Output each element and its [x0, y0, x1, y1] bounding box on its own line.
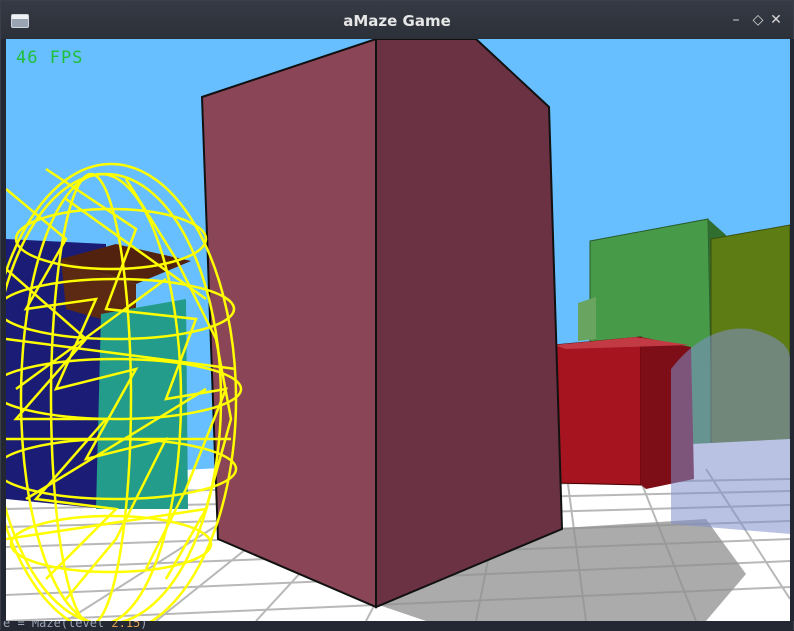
console-prefix: e = Maze(level — [3, 621, 112, 630]
close-button[interactable]: ✕ — [767, 11, 785, 29]
maximize-button[interactable]: ◇ — [749, 11, 767, 29]
window-title: aMaze Game — [343, 12, 451, 30]
translucent-ghost — [671, 328, 790, 534]
maroon-pillar-right — [375, 39, 564, 609]
console-number: 2.15 — [111, 621, 141, 630]
game-window: aMaze Game – ◇ ✕ 46 FPS e = Maze(level 2… — [0, 0, 794, 631]
scene-canvas — [6, 39, 790, 621]
red-block-front — [553, 336, 642, 486]
small-green-block — [578, 297, 596, 341]
game-viewport[interactable]: 46 FPS — [6, 39, 790, 621]
console-line: e = Maze(level 2.15) — [3, 621, 148, 630]
title-bar[interactable]: aMaze Game – ◇ ✕ — [1, 1, 793, 39]
right-border — [790, 39, 794, 621]
teal-block-front — [96, 299, 188, 509]
fps-counter: 46 FPS — [16, 48, 84, 68]
console-suffix: ) — [140, 621, 148, 630]
minimize-button[interactable]: – — [727, 11, 745, 29]
